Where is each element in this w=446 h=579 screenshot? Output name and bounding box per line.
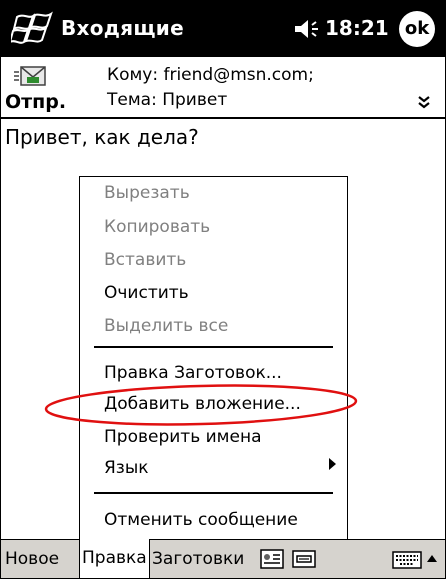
menu-item-cancel-message[interactable]: Отменить сообщение bbox=[104, 510, 298, 530]
menu-item-copy[interactable]: Копировать bbox=[104, 217, 210, 237]
context-menu: Вырезать Копировать Вставить Очистить Вы… bbox=[79, 176, 348, 541]
menu-item-cut[interactable]: Вырезать bbox=[104, 183, 190, 203]
menu-item-edit-templates[interactable]: Правка Заготовок... bbox=[104, 363, 282, 383]
recipient-field[interactable]: Кому: friend@msn.com; bbox=[107, 65, 314, 85]
double-chevron-down-icon[interactable] bbox=[417, 95, 431, 109]
clock[interactable]: 18:21 bbox=[325, 16, 389, 40]
submenu-arrow-icon bbox=[329, 458, 336, 470]
menu-item-add-attachment[interactable]: Добавить вложение... bbox=[104, 394, 301, 414]
menu-new[interactable]: Новое bbox=[5, 540, 59, 578]
menu-item-paste[interactable]: Вставить bbox=[104, 250, 186, 270]
pocket-pc-screen: Входящие 18:21 ok Отпр. Кому: friend@msn… bbox=[0, 0, 446, 579]
menu-bar: Новое Правка Заготовки bbox=[1, 539, 445, 578]
menu-templates[interactable]: Заготовки bbox=[152, 540, 244, 578]
voice-note-icon[interactable] bbox=[292, 549, 316, 569]
header-divider bbox=[1, 117, 445, 119]
send-icon[interactable] bbox=[13, 65, 47, 87]
menu-separator bbox=[94, 346, 333, 348]
ok-button[interactable]: ok bbox=[399, 11, 435, 47]
menu-item-language[interactable]: Язык bbox=[104, 458, 149, 478]
message-body[interactable]: Привет, как дела? bbox=[5, 125, 199, 149]
menu-item-select-all[interactable]: Выделить все bbox=[104, 316, 228, 336]
menu-edit[interactable]: Правка bbox=[79, 539, 150, 578]
send-button[interactable]: Отпр. bbox=[5, 91, 66, 113]
keyboard-icon[interactable] bbox=[392, 550, 422, 570]
volume-icon[interactable] bbox=[293, 18, 323, 40]
windows-flag-icon[interactable] bbox=[11, 11, 55, 47]
message-header: Отпр. Кому: friend@msn.com; Тема: Привет bbox=[1, 57, 445, 117]
app-title[interactable]: Входящие bbox=[61, 16, 184, 40]
sip-toggle-arrow-icon[interactable] bbox=[427, 555, 437, 562]
menu-item-check-names[interactable]: Проверить имена bbox=[104, 427, 261, 447]
title-bar: Входящие 18:21 ok bbox=[1, 1, 445, 57]
contact-card-icon[interactable] bbox=[260, 549, 284, 569]
subject-field[interactable]: Тема: Привет bbox=[107, 90, 227, 110]
menu-item-clear[interactable]: Очистить bbox=[104, 283, 189, 303]
menu-separator bbox=[94, 492, 333, 494]
